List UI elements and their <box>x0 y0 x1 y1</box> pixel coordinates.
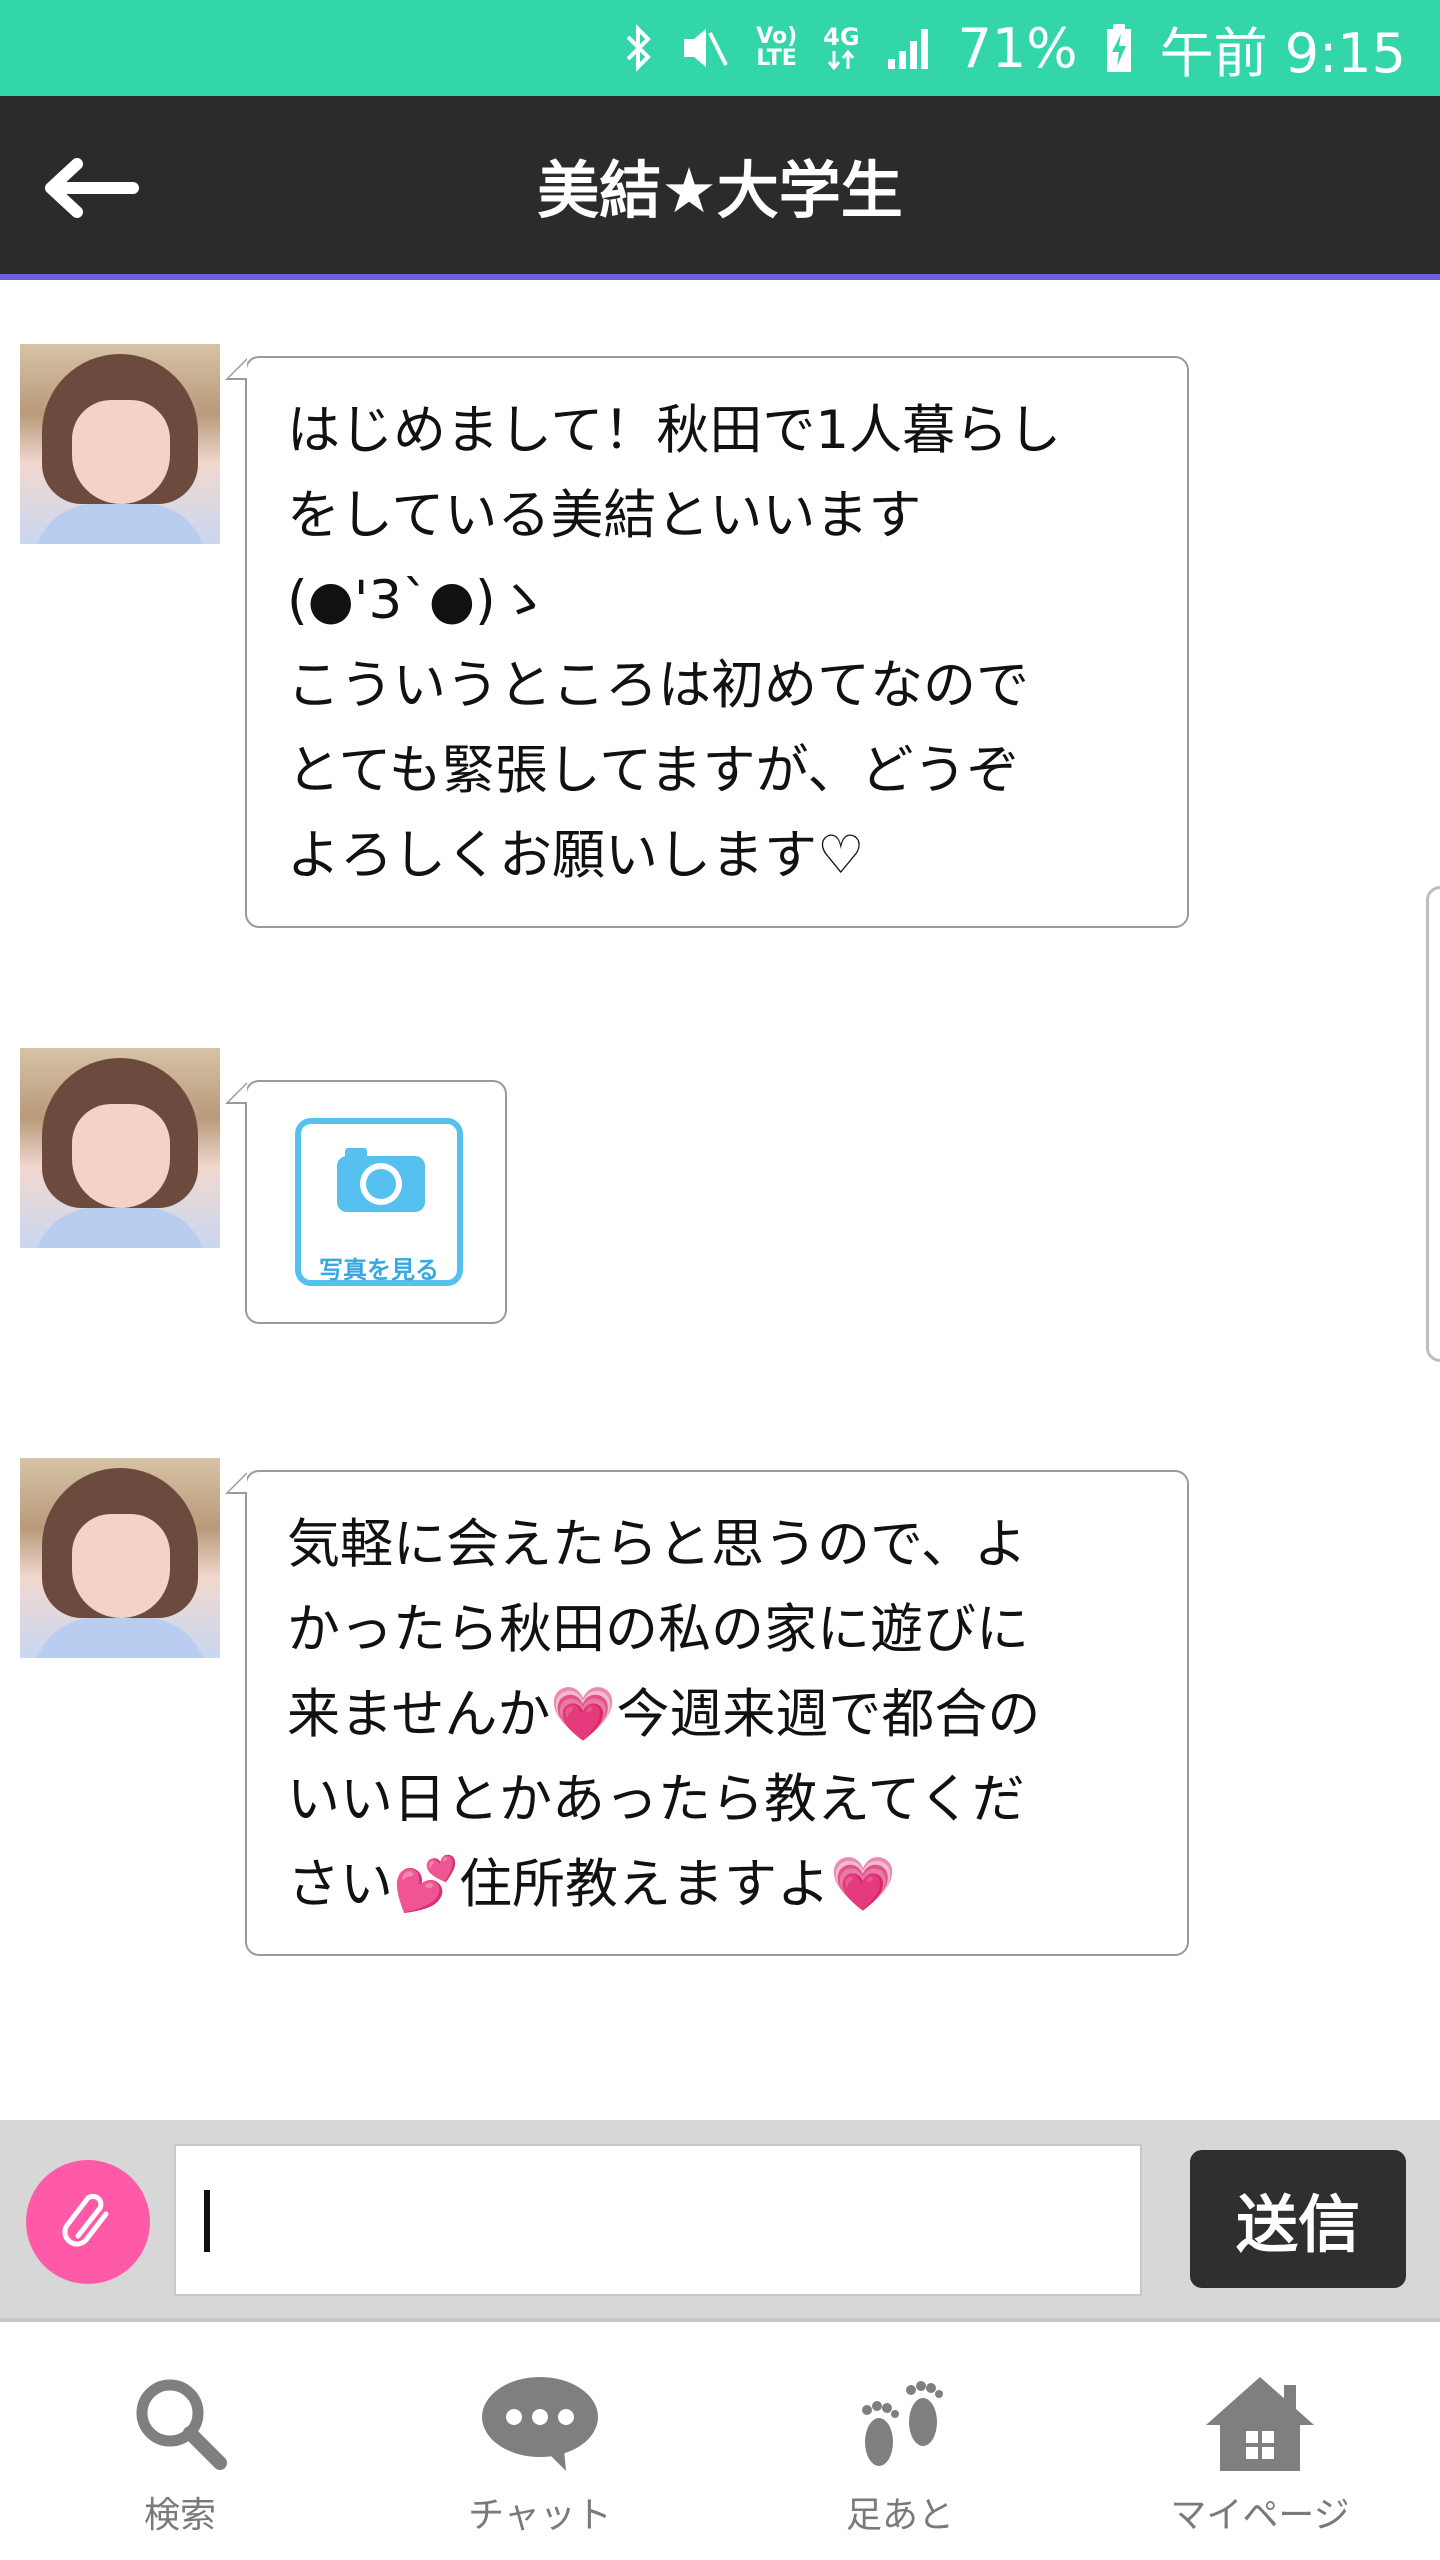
message-bubble: はじめまして！秋田で1人暮らし をしている美結といいます (●'3`●)ゝ こう… <box>225 356 1189 928</box>
battery-percent: 71% <box>957 16 1078 80</box>
volte-indicator: Vo) LTE <box>756 24 798 71</box>
status-bar: Vo) LTE 4G 71% 午前 9:15 <box>0 0 1440 96</box>
battery-charging-icon <box>1104 22 1134 74</box>
home-icon <box>1195 2368 1325 2478</box>
avatar[interactable] <box>20 1048 220 1248</box>
avatar[interactable] <box>20 1458 220 1658</box>
photo-bubble[interactable]: 写真を見る <box>225 1080 507 1324</box>
view-photo-label: 写真を見る <box>319 1256 439 1284</box>
signal-icon <box>886 25 932 71</box>
view-photo-button[interactable]: 写真を見る <box>295 1118 463 1286</box>
avatar[interactable] <box>20 344 220 544</box>
vibrate-mute-icon <box>680 25 730 71</box>
nav-label: 足あと <box>845 2495 954 2536</box>
bottom-navigation: 検索 チャット 足あと マイページ <box>0 2318 1440 2560</box>
message-input-bar: 送信 <box>0 2120 1440 2318</box>
footprints-icon <box>835 2368 965 2478</box>
scroll-indicator[interactable] <box>1426 886 1440 1362</box>
nav-label: 検索 <box>143 2495 216 2536</box>
send-button[interactable]: 送信 <box>1190 2150 1406 2288</box>
message-bubble: 気軽に会えたらと思うので、よ かったら秋田の私の家に遊びに 来ませんか💗今週来週… <box>225 1470 1189 1956</box>
clock: 午前 9:15 <box>1159 21 1406 85</box>
search-icon <box>115 2368 245 2478</box>
message-list[interactable]: はじめまして！秋田で1人暮らし をしている美結といいます (●'3`●)ゝ こう… <box>0 286 1440 2116</box>
message-input[interactable] <box>174 2144 1142 2296</box>
nav-label: マイページ <box>1170 2495 1350 2536</box>
nav-chat[interactable]: チャット <box>360 2322 720 2560</box>
nav-label: チャット <box>468 2495 612 2536</box>
paperclip-icon <box>62 2193 109 2247</box>
nav-search[interactable]: 検索 <box>0 2322 360 2560</box>
back-arrow-icon <box>45 158 139 218</box>
attach-button[interactable] <box>26 2160 150 2284</box>
nav-footprints[interactable]: 足あと <box>720 2322 1080 2560</box>
chat-icon <box>475 2368 605 2478</box>
text-caret <box>204 2190 210 2252</box>
app-header: 美結★大学生 <box>0 96 1440 280</box>
chat-partner-name: 美結★大学生 <box>537 154 903 227</box>
camera-icon <box>337 1148 425 1212</box>
nav-mypage[interactable]: マイページ <box>1080 2322 1440 2560</box>
network-4g-indicator: 4G <box>823 25 860 71</box>
bluetooth-icon <box>624 23 654 73</box>
back-button[interactable] <box>36 148 146 228</box>
